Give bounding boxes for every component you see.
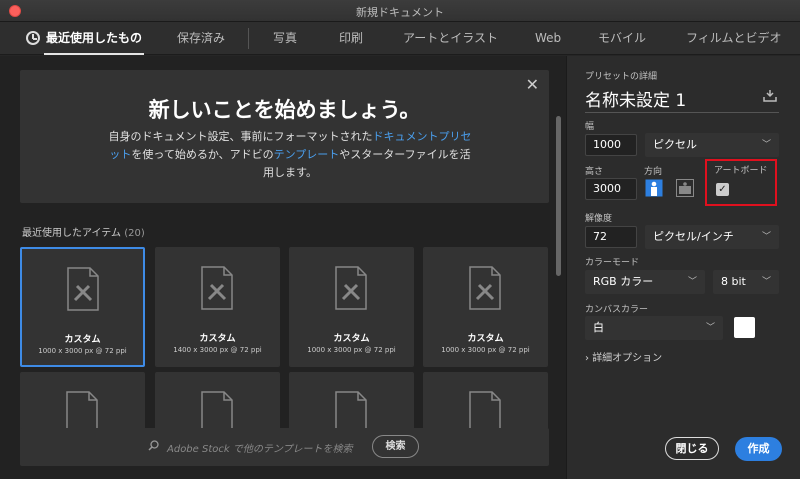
welcome-text-2: を使って始めるか、アドビの — [131, 148, 274, 161]
welcome-banner: ✕ 新しいことを始めましょう。 自身のドキュメント設定、事前にフォーマットされた… — [20, 70, 549, 203]
preset-card[interactable] — [289, 372, 414, 435]
preset-details-panel: プリセットの詳細 名称未設定 1 幅 1000 ピクセル ﹀ 高さ 3000 方… — [566, 56, 800, 479]
stock-search-bar: Adobe Stock で他のテンプレートを検索 検索 — [20, 428, 549, 466]
preset-card-size: 1400 x 3000 px @ 72 ppi — [173, 346, 262, 354]
advanced-options-toggle[interactable]: › 詳細オプション — [585, 349, 662, 364]
advanced-options-label: 詳細オプション — [592, 353, 663, 364]
welcome-text-1: 自身のドキュメント設定、事前にフォーマットされた — [108, 130, 373, 143]
chevron-down-icon: ﹀ — [761, 277, 771, 287]
document-name-field[interactable]: 名称未設定 1 — [585, 86, 686, 111]
preset-card-name: カスタム — [333, 334, 370, 344]
welcome-title: 新しいことを始めましょう。 — [148, 98, 421, 122]
artboard-label: アートボード — [714, 166, 768, 176]
scrollbar-thumb[interactable] — [556, 116, 561, 276]
close-button[interactable]: 閉じる — [665, 437, 719, 460]
resolution-unit-select[interactable]: ピクセル/インチ ﹀ — [645, 225, 779, 249]
orientation-label: 方向 — [644, 167, 663, 177]
portrait-orientation-icon[interactable] — [645, 179, 663, 197]
color-mode-select[interactable]: RGB カラー ﹀ — [585, 270, 705, 294]
document-icon — [469, 266, 501, 310]
category-tabs: 最近使用したもの 保存済み 写真 印刷 アートとイラスト Web モバイル フィ… — [0, 22, 800, 55]
preset-card-size: 1000 x 3000 px @ 72 ppi — [441, 346, 530, 354]
color-mode-value: RGB カラー — [593, 275, 654, 288]
chevron-down-icon: ﹀ — [761, 140, 771, 150]
tab-film-video[interactable]: フィルムとビデオ — [686, 22, 782, 55]
preset-card[interactable]: カスタム 1000 x 3000 px @ 72 ppi — [423, 247, 548, 367]
tab-label: 最近使用したもの — [46, 31, 143, 45]
landscape-orientation-icon[interactable] — [676, 179, 694, 197]
preset-card-name: カスタム — [199, 334, 236, 344]
resolution-unit-value: ピクセル/インチ — [653, 230, 734, 243]
canvas-color-value: 白 — [593, 321, 604, 334]
preset-card[interactable] — [20, 372, 145, 435]
canvas-color-swatch[interactable] — [734, 317, 755, 338]
preset-card-name: カスタム — [467, 334, 504, 344]
tab-print[interactable]: 印刷 — [339, 22, 363, 55]
new-document-dialog: 新規ドキュメント 最近使用したもの 保存済み 写真 印刷 アートとイラスト We… — [0, 0, 800, 479]
create-button[interactable]: 作成 — [735, 437, 782, 461]
search-button[interactable]: 検索 — [372, 435, 419, 458]
chevron-down-icon: ﹀ — [705, 323, 715, 333]
chevron-down-icon: ﹀ — [761, 232, 771, 242]
search-icon — [148, 440, 159, 451]
tab-art-illustration[interactable]: アートとイラスト — [403, 22, 498, 55]
resolution-input[interactable]: 72 — [585, 226, 637, 248]
preset-details-label: プリセットの詳細 — [585, 72, 658, 82]
preset-card[interactable]: カスタム 1400 x 3000 px @ 72 ppi — [155, 247, 280, 367]
color-mode-label: カラーモード — [585, 258, 640, 268]
recent-items-count: (20) — [124, 228, 145, 239]
height-input[interactable]: 3000 — [585, 178, 637, 200]
resolution-label: 解像度 — [585, 214, 613, 224]
preset-card-size: 1000 x 3000 px @ 72 ppi — [38, 347, 127, 355]
name-underline — [585, 112, 779, 113]
height-label: 高さ — [585, 167, 604, 177]
clock-icon — [26, 31, 40, 45]
tab-photo[interactable]: 写真 — [273, 22, 297, 55]
canvas-color-label: カンバスカラー — [585, 305, 649, 315]
close-icon[interactable]: ✕ — [526, 75, 539, 94]
preset-card[interactable]: カスタム 1000 x 3000 px @ 72 ppi — [289, 247, 414, 367]
chevron-down-icon: ﹀ — [687, 277, 697, 287]
save-preset-icon[interactable] — [763, 90, 777, 102]
recent-items-heading: 最近使用したアイテム (20) — [22, 224, 145, 239]
preset-card[interactable] — [155, 372, 280, 435]
templates-link[interactable]: テンプレート — [274, 148, 340, 161]
canvas-color-select[interactable]: 白 ﹀ — [585, 316, 723, 340]
width-input[interactable]: 1000 — [585, 134, 637, 156]
recent-items-label: 最近使用したアイテム — [22, 228, 121, 239]
document-icon — [201, 266, 233, 310]
tab-divider — [248, 28, 249, 49]
document-icon — [67, 267, 99, 311]
tab-saved[interactable]: 保存済み — [177, 22, 225, 55]
title-bar: 新規ドキュメント — [0, 0, 800, 22]
bit-depth-value: 8 bit — [721, 275, 746, 288]
bit-depth-select[interactable]: 8 bit ﹀ — [713, 270, 779, 294]
tab-recent[interactable]: 最近使用したもの — [44, 22, 145, 55]
presets-area: ✕ 新しいことを始めましょう。 自身のドキュメント設定、事前にフォーマットされた… — [0, 56, 566, 479]
preset-card-size: 1000 x 3000 px @ 72 ppi — [307, 346, 396, 354]
document-icon — [335, 266, 367, 310]
tab-mobile[interactable]: モバイル — [598, 22, 646, 55]
preset-card[interactable]: カスタム 1000 x 3000 px @ 72 ppi — [20, 247, 145, 367]
chevron-right-icon: › — [585, 353, 589, 364]
artboard-checkbox[interactable]: ✓ — [716, 183, 729, 196]
welcome-text: 自身のドキュメント設定、事前にフォーマットされたドキュメントプリセットを使って始… — [105, 128, 475, 182]
width-label: 幅 — [585, 122, 595, 132]
preset-card[interactable] — [423, 372, 548, 435]
active-tab-underline — [44, 53, 145, 55]
unit-select[interactable]: ピクセル ﹀ — [645, 133, 779, 157]
stock-search-input[interactable]: Adobe Stock で他のテンプレートを検索 — [167, 440, 353, 455]
preset-card-name: カスタム — [64, 335, 101, 345]
unit-select-value: ピクセル — [653, 138, 697, 151]
tab-web[interactable]: Web — [535, 22, 561, 55]
window-title: 新規ドキュメント — [356, 6, 444, 19]
